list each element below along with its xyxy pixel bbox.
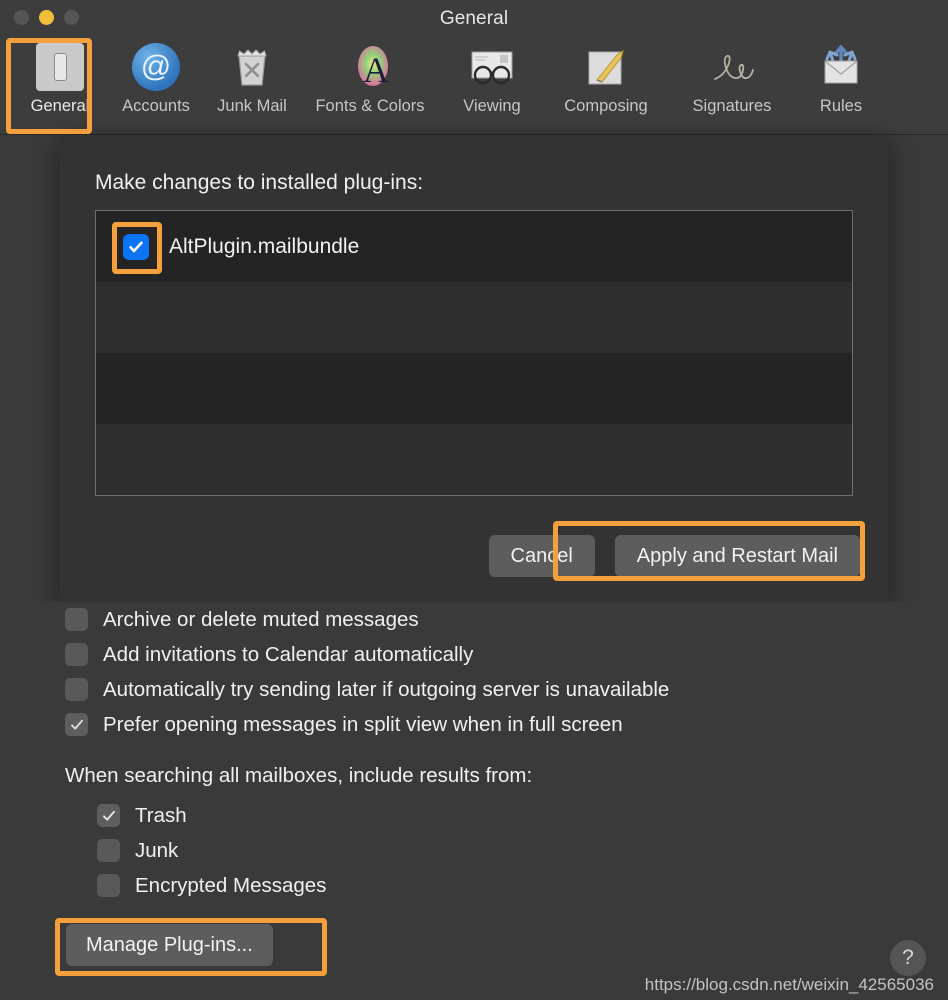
general-preferences-pane: Archive or delete muted messages Add inv…: [0, 602, 948, 1000]
toolbar-item-label: General: [31, 97, 90, 116]
checkbox-row-auto-retry-send[interactable]: Automatically try sending later if outgo…: [65, 672, 948, 707]
checkbox-label: Archive or delete muted messages: [103, 608, 419, 632]
page-title: General: [0, 8, 948, 30]
toolbar-item-label: Junk Mail: [217, 97, 287, 116]
checkbox-row-junk[interactable]: Junk: [97, 833, 948, 868]
toolbar-item-signatures[interactable]: Signatures: [668, 36, 796, 116]
checkbox-label: Add invitations to Calendar automaticall…: [103, 643, 473, 667]
watermark-text: https://blog.csdn.net/weixin_42565036: [645, 975, 934, 995]
toolbar-item-viewing[interactable]: Viewing: [440, 36, 544, 116]
checkbox-row-add-invitations[interactable]: Add invitations to Calendar automaticall…: [65, 637, 948, 672]
checkbox[interactable]: [97, 839, 120, 862]
letter-a-color-wheel-icon: A: [343, 40, 397, 94]
sheet-button-row: Cancel Apply and Restart Mail: [489, 535, 860, 577]
checkbox-row-split-view[interactable]: Prefer opening messages in split view wh…: [65, 707, 948, 742]
toolbar-item-label: Accounts: [122, 97, 190, 116]
toolbar-item-junk-mail[interactable]: Junk Mail: [204, 36, 300, 116]
toolbar-item-label: Viewing: [463, 97, 520, 116]
plugin-list[interactable]: AltPlugin.mailbundle: [95, 210, 853, 496]
plugin-list-row[interactable]: AltPlugin.mailbundle: [96, 211, 852, 282]
toolbar-item-composing[interactable]: Composing: [544, 36, 668, 116]
signature-script-icon: [705, 40, 759, 94]
checkbox[interactable]: [65, 643, 88, 666]
checkbox-label: Automatically try sending later if outgo…: [103, 678, 669, 702]
toolbar-item-accounts[interactable]: @ Accounts: [108, 36, 204, 116]
checkbox[interactable]: [65, 608, 88, 631]
checkbox[interactable]: [65, 713, 88, 736]
checkbox[interactable]: [97, 874, 120, 897]
plugin-list-row-empty: [96, 353, 852, 424]
manage-plugins-sheet: Make changes to installed plug-ins: AltP…: [60, 135, 888, 602]
toolbar-item-label: Composing: [564, 97, 647, 116]
at-sign-icon: @: [129, 40, 183, 94]
checkbox-label: Encrypted Messages: [135, 874, 326, 898]
toolbar-item-rules[interactable]: Rules: [796, 36, 886, 116]
checkbox-row-archive-muted[interactable]: Archive or delete muted messages: [65, 602, 948, 637]
envelope-arrows-icon: [814, 40, 868, 94]
plugin-name: AltPlugin.mailbundle: [169, 235, 359, 259]
checkbox-row-encrypted-messages[interactable]: Encrypted Messages: [97, 868, 948, 903]
envelope-glasses-icon: [465, 40, 519, 94]
toggle-switch-icon: [33, 40, 87, 94]
checkbox[interactable]: [65, 678, 88, 701]
preferences-toolbar: General @ Accounts Junk Mail: [0, 36, 948, 135]
help-button[interactable]: ?: [890, 940, 926, 976]
checkbox-label: Junk: [135, 839, 178, 863]
checkbox-row-trash[interactable]: Trash: [97, 798, 948, 833]
sheet-heading: Make changes to installed plug-ins:: [95, 171, 423, 195]
toolbar-item-label: Signatures: [693, 97, 772, 116]
plugin-list-row-empty: [96, 282, 852, 353]
toolbar-item-label: Fonts & Colors: [315, 97, 424, 116]
preferences-window: General General @ Accounts Junk Ma: [0, 0, 948, 1000]
checkbox[interactable]: [97, 804, 120, 827]
checkbox-label: Prefer opening messages in split view wh…: [103, 713, 623, 737]
trash-can-icon: [225, 40, 279, 94]
checkbox-label: Trash: [135, 804, 187, 828]
plugin-checkbox[interactable]: [123, 234, 149, 260]
pencil-paper-icon: [579, 40, 633, 94]
search-scope-section: When searching all mailboxes, include re…: [0, 764, 948, 903]
titlebar: General: [0, 0, 948, 36]
plugin-list-row-empty: [96, 424, 852, 495]
toolbar-item-fonts-colors[interactable]: A Fonts & Colors: [300, 36, 440, 116]
search-scope-heading: When searching all mailboxes, include re…: [65, 764, 948, 788]
toolbar-item-general[interactable]: General: [12, 36, 108, 116]
manage-plugins-button[interactable]: Manage Plug-ins...: [66, 924, 273, 966]
toolbar-item-label: Rules: [820, 97, 862, 116]
svg-text:A: A: [363, 50, 389, 90]
apply-and-restart-mail-button[interactable]: Apply and Restart Mail: [615, 535, 860, 577]
cancel-button[interactable]: Cancel: [489, 535, 595, 577]
